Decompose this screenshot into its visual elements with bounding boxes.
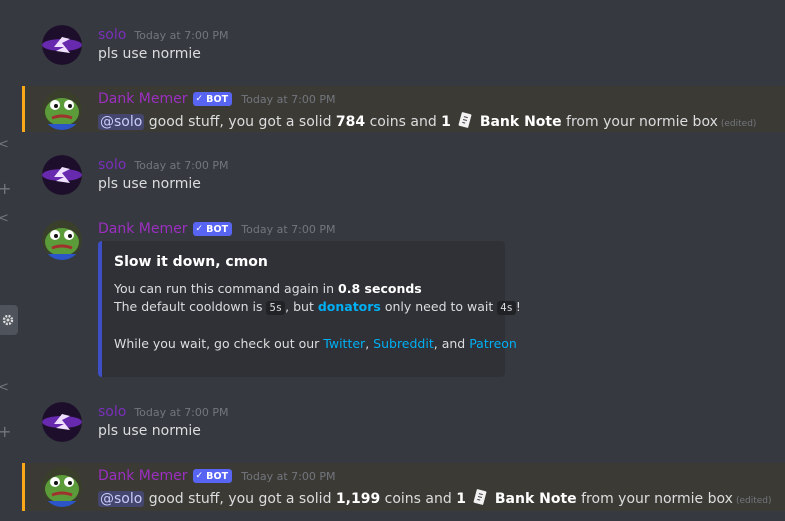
collapse-arrow-icon[interactable]: < bbox=[0, 212, 9, 225]
add-icon[interactable]: + bbox=[0, 424, 11, 440]
collapse-arrow-icon[interactable]: < bbox=[0, 138, 9, 151]
bank-note-icon bbox=[474, 489, 487, 505]
timestamp: Today at 7:00 PM bbox=[241, 469, 336, 483]
timestamp: Today at 7:00 PM bbox=[241, 222, 336, 236]
avatar[interactable] bbox=[42, 25, 82, 65]
embed-line: You can run this command again in 0.8 se… bbox=[114, 281, 422, 296]
message-mentioned: Dank Memer ✓ BOT Today at 7:00 PM @solo g… bbox=[22, 86, 785, 132]
timestamp: Today at 7:00 PM bbox=[134, 28, 229, 42]
message: solo Today at 7:00 PM pls use normie bbox=[22, 402, 785, 448]
author-name[interactable]: solo bbox=[98, 26, 126, 44]
timestamp: Today at 7:00 PM bbox=[134, 158, 229, 172]
twitter-link[interactable]: Twitter bbox=[323, 336, 365, 351]
avatar[interactable] bbox=[42, 467, 82, 507]
embed-line: While you wait, go check out our Twitter… bbox=[114, 336, 517, 351]
edited-label: (edited) bbox=[720, 119, 757, 129]
message: solo Today at 7:00 PM pls use normie bbox=[22, 155, 785, 201]
gear-icon[interactable] bbox=[0, 305, 18, 335]
avatar[interactable] bbox=[42, 402, 82, 442]
server-rail: < + < < + bbox=[0, 0, 22, 521]
message-header: Dank Memer ✓ BOT Today at 7:00 PM bbox=[98, 466, 335, 486]
add-icon[interactable]: + bbox=[0, 181, 11, 197]
message-text: pls use normie bbox=[98, 46, 201, 62]
checkmark-icon: ✓ bbox=[195, 224, 204, 234]
subreddit-link[interactable]: Subreddit bbox=[373, 336, 434, 351]
collapse-arrow-icon[interactable]: < bbox=[0, 381, 9, 394]
checkmark-icon: ✓ bbox=[195, 471, 204, 481]
message: Dank Memer ✓ BOT Today at 7:00 PM Slow it… bbox=[22, 219, 785, 379]
author-name[interactable]: Dank Memer bbox=[98, 467, 188, 485]
avatar[interactable] bbox=[42, 90, 82, 130]
message-header: solo Today at 7:00 PM bbox=[98, 25, 229, 45]
embed: Slow it down, cmon You can run this comm… bbox=[98, 241, 521, 377]
edited-label: (edited) bbox=[735, 496, 772, 506]
message-header: Dank Memer ✓ BOT Today at 7:00 PM bbox=[98, 219, 335, 239]
user-mention[interactable]: @solo bbox=[98, 491, 145, 507]
bank-note-icon bbox=[458, 112, 472, 128]
message: solo Today at 7:00 PM pls use normie bbox=[22, 25, 785, 71]
message-text: @solo good stuff, you got a solid 784 co… bbox=[98, 112, 756, 133]
bot-tag: ✓ BOT bbox=[192, 92, 233, 106]
author-name[interactable]: Dank Memer bbox=[98, 90, 188, 108]
timestamp: Today at 7:00 PM bbox=[134, 405, 229, 419]
author-name[interactable]: Dank Memer bbox=[98, 220, 188, 238]
embed-line: The default cooldown is 5s, but donators… bbox=[114, 299, 521, 315]
message-mentioned: Dank Memer ✓ BOT Today at 7:00 PM @solo g… bbox=[22, 463, 785, 511]
avatar[interactable] bbox=[42, 155, 82, 195]
bot-tag: ✓ BOT bbox=[192, 469, 233, 483]
message-text: pls use normie bbox=[98, 423, 201, 439]
message-header: solo Today at 7:00 PM bbox=[98, 402, 229, 422]
timestamp: Today at 7:00 PM bbox=[241, 92, 336, 106]
embed-title: Slow it down, cmon bbox=[114, 254, 268, 270]
message-header: solo Today at 7:00 PM bbox=[98, 155, 229, 175]
message-text: @solo good stuff, you got a solid 1,199 … bbox=[98, 489, 772, 510]
author-name[interactable]: solo bbox=[98, 403, 126, 421]
user-mention[interactable]: @solo bbox=[98, 114, 145, 130]
message-header: Dank Memer ✓ BOT Today at 7:00 PM bbox=[98, 89, 335, 109]
patreon-link[interactable]: Patreon bbox=[469, 336, 517, 351]
message-text: pls use normie bbox=[98, 176, 201, 192]
bot-tag: ✓ BOT bbox=[192, 222, 233, 236]
donators-link[interactable]: donators bbox=[318, 299, 381, 314]
avatar[interactable] bbox=[42, 220, 82, 260]
checkmark-icon: ✓ bbox=[195, 94, 204, 104]
author-name[interactable]: solo bbox=[98, 156, 126, 174]
